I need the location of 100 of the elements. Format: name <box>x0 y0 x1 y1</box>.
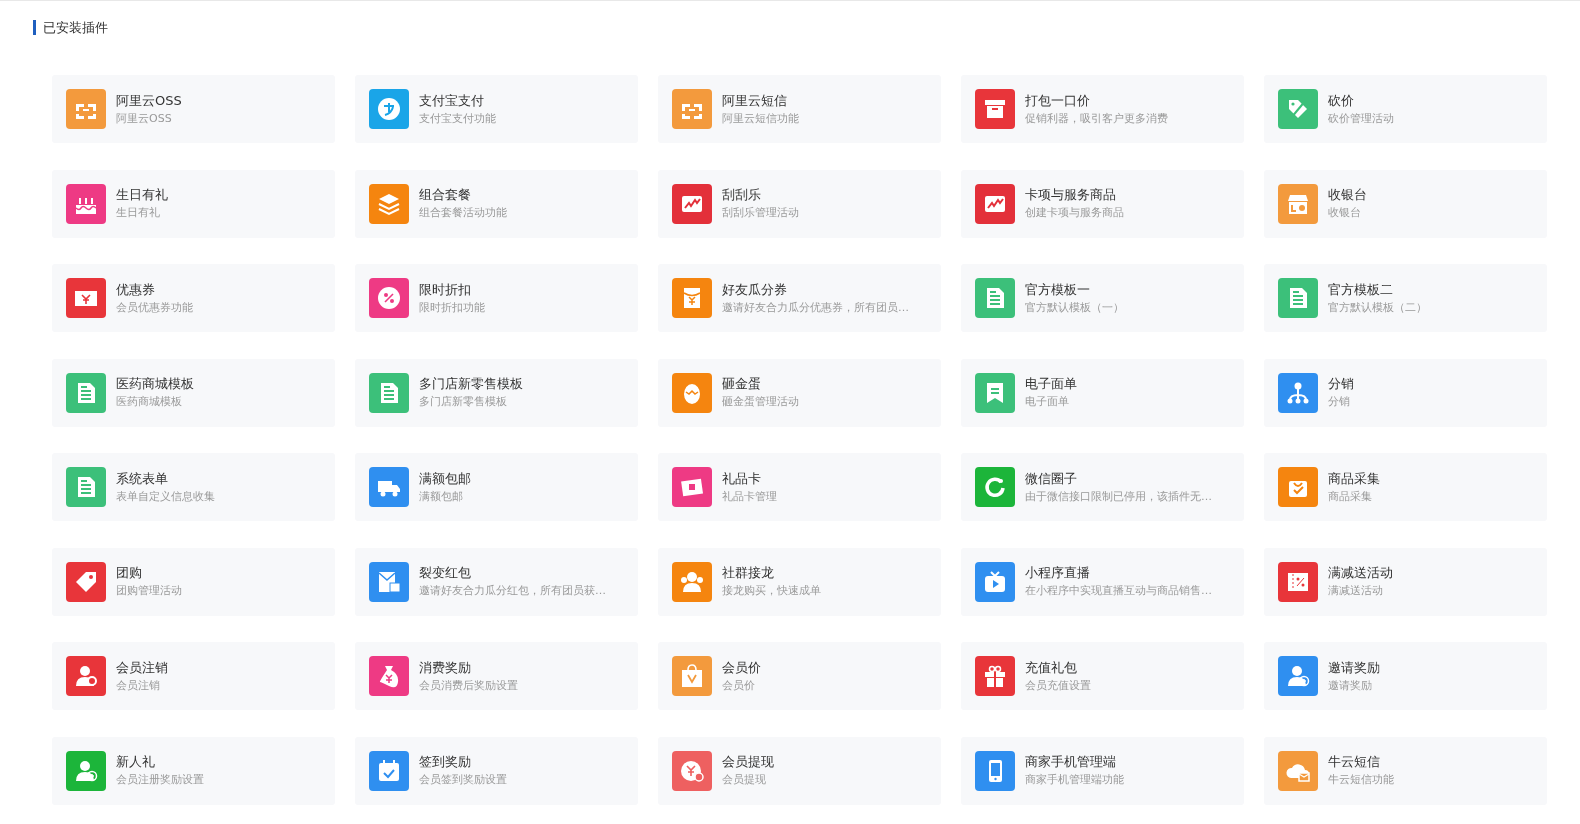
plugin-description: 会员优惠券功能 <box>116 299 193 316</box>
plugin-description: 在小程序中实现直播互动与商品销售… <box>1025 583 1212 599</box>
plugin-description: 会员价 <box>722 677 756 694</box>
plugin-card[interactable]: 官方模板一 官方默认模板（一） <box>961 264 1244 332</box>
plugin-title: 微信圈子 <box>1025 469 1078 488</box>
plugin-title: 砍价 <box>1328 91 1355 110</box>
plugin-title: 好友瓜分券 <box>722 280 788 299</box>
plugin-title: 社群接龙 <box>722 564 775 582</box>
plugin-card[interactable]: 电子面单 电子面单 <box>961 358 1244 427</box>
plugin-title: 分销 <box>1328 375 1354 393</box>
plugin-title: 邀请奖励 <box>1328 658 1380 677</box>
plugin-title: 官方模板一 <box>1025 280 1091 299</box>
plugin-title: 牛云短信 <box>1328 753 1381 771</box>
plugin-card[interactable]: 砍价 砍价管理活动 <box>1264 75 1547 143</box>
plugin-description: 支付宝支付功能 <box>419 110 496 127</box>
plugin-card[interactable]: 邀请奖励 邀请奖励 <box>1264 642 1547 710</box>
plugin-card[interactable]: 优惠券 会员优惠券功能 <box>52 264 335 332</box>
plugin-card[interactable]: 官方模板二 官方默认模板（二） <box>1264 264 1547 332</box>
plugin-description: 收银台 <box>1328 205 1362 221</box>
plugin-description: 创建卡项与服务商品 <box>1025 205 1124 221</box>
plugin-description: 满减送活动 <box>1328 583 1384 599</box>
plugin-card[interactable]: 卡项与服务商品 创建卡项与服务商品 <box>961 169 1244 238</box>
plugin-card[interactable]: 分销 分销 <box>1264 358 1547 427</box>
plugin-card[interactable]: 充值礼包 会员充值设置 <box>961 642 1244 710</box>
plugin-description: 由于微信接口限制已停用，该插件无… <box>1025 488 1212 505</box>
plugin-card[interactable]: 裂变红包 邀请好友合力瓜分红包，所有团员获… <box>355 547 638 616</box>
plugin-card[interactable]: 签到奖励 会员签到奖励设置 <box>355 736 638 805</box>
plugin-card[interactable]: 新人礼 会员注册奖励设置 <box>52 736 335 805</box>
plugin-card[interactable]: 打包一口价 促销利器，吸引客户更多消费 <box>961 75 1244 143</box>
plugin-title: 打包一口价 <box>1025 91 1091 110</box>
plugin-title: 商品采集 <box>1328 469 1380 488</box>
plugin-description: 牛云短信功能 <box>1328 772 1394 788</box>
plugin-title: 卡项与服务商品 <box>1025 186 1117 204</box>
plugin-title: 会员提现 <box>722 753 774 771</box>
plugin-card[interactable]: 商品采集 商品采集 <box>1264 453 1547 521</box>
section-heading: 已安装插件 <box>33 20 108 35</box>
plugin-description: 限时折扣功能 <box>419 299 485 316</box>
plugin-card[interactable]: 商家手机管理端 商家手机管理端功能 <box>961 736 1244 805</box>
plugin-title: 签到奖励 <box>419 753 472 771</box>
plugin-card[interactable]: 限时折扣 限时折扣功能 <box>355 264 638 332</box>
plugin-description: 砍价管理活动 <box>1328 110 1394 127</box>
plugin-title: 系统表单 <box>116 469 169 488</box>
plugin-card[interactable]: 阿里云OSS 阿里云OSS <box>52 75 335 143</box>
plugin-description: 团购管理活动 <box>116 583 182 599</box>
plugin-card[interactable]: 小程序直播 在小程序中实现直播互动与商品销售… <box>961 547 1244 616</box>
plugin-description: 商品采集 <box>1328 488 1373 505</box>
plugin-card[interactable]: 消费奖励 会员消费后奖励设置 <box>355 642 638 710</box>
plugin-card[interactable]: 多门店新零售模板 多门店新零售模板 <box>355 358 638 427</box>
plugin-description: 阿里云OSS <box>116 110 173 127</box>
plugin-card[interactable]: 支付宝支付 支付宝支付功能 <box>355 75 638 143</box>
plugin-description: 接龙购买，快速成单 <box>722 583 821 599</box>
plugin-card[interactable]: 会员价 会员价 <box>658 642 941 710</box>
plugin-description: 生日有礼 <box>116 205 161 221</box>
plugin-title: 团购 <box>116 564 143 582</box>
plugin-description: 阿里云短信功能 <box>722 110 799 127</box>
plugin-card[interactable]: 礼品卡 礼品卡管理 <box>658 453 941 521</box>
plugin-title: 支付宝支付 <box>419 91 485 110</box>
plugin-description: 会员消费后奖励设置 <box>419 677 518 694</box>
plugin-title: 裂变红包 <box>419 564 472 582</box>
plugin-description: 邀请奖励 <box>1328 677 1373 694</box>
plugin-description: 邀请好友合力瓜分优惠券，所有团员… <box>722 299 909 316</box>
plugin-title: 消费奖励 <box>419 658 472 677</box>
plugin-card[interactable]: 系统表单 表单自定义信息收集 <box>52 453 335 521</box>
plugin-description: 会员注销 <box>116 677 161 694</box>
plugin-card[interactable]: 满额包邮 满额包邮 <box>355 453 638 521</box>
plugin-description: 医药商城模板 <box>116 394 183 410</box>
plugin-card[interactable]: 团购 团购管理活动 <box>52 547 335 616</box>
plugin-description: 礼品卡管理 <box>722 488 777 505</box>
plugin-card[interactable]: 组合套餐 组合套餐活动功能 <box>355 169 638 238</box>
plugin-card[interactable]: 会员注销 会员注销 <box>52 642 335 710</box>
plugin-title: 优惠券 <box>116 280 156 299</box>
plugin-card[interactable]: 阿里云短信 阿里云短信功能 <box>658 75 941 143</box>
plugin-card[interactable]: 刮刮乐 刮刮乐管理活动 <box>658 169 941 238</box>
plugin-description: 促销利器，吸引客户更多消费 <box>1025 110 1168 127</box>
plugin-card[interactable]: 会员提现 会员提现 <box>658 736 941 805</box>
plugin-card[interactable]: 好友瓜分券 邀请好友合力瓜分优惠券，所有团员… <box>658 264 941 332</box>
plugin-description: 刮刮乐管理活动 <box>722 205 799 221</box>
plugin-card[interactable]: 社群接龙 接龙购买，快速成单 <box>658 547 941 616</box>
plugin-title: 满额包邮 <box>419 469 471 488</box>
plugin-title: 满减送活动 <box>1328 564 1393 582</box>
plugin-card[interactable]: 牛云短信 牛云短信功能 <box>1264 736 1547 805</box>
plugin-card[interactable]: 砸金蛋 砸金蛋管理活动 <box>658 358 941 427</box>
plugin-title: 收银台 <box>1328 186 1367 204</box>
plugin-description: 多门店新零售模板 <box>419 394 508 410</box>
plugin-title: 电子面单 <box>1025 375 1077 393</box>
plugin-description: 会员签到奖励设置 <box>419 772 507 788</box>
plugin-description: 商家手机管理端功能 <box>1025 772 1124 788</box>
plugin-title: 会员注销 <box>116 658 168 677</box>
plugin-title: 阿里云短信 <box>722 91 788 110</box>
plugin-title: 会员价 <box>722 658 761 677</box>
plugin-description: 会员注册奖励设置 <box>116 772 204 788</box>
plugin-card[interactable]: 生日有礼 生日有礼 <box>52 169 335 238</box>
plugin-card[interactable]: 收银台 收银台 <box>1264 169 1547 238</box>
plugin-title: 阿里云OSS <box>116 91 182 110</box>
plugin-card[interactable]: 满减送活动 满减送活动 <box>1264 547 1547 616</box>
plugin-title: 多门店新零售模板 <box>419 375 523 393</box>
plugin-card[interactable]: 微信圈子 由于微信接口限制已停用，该插件无… <box>961 453 1244 521</box>
plugin-title: 限时折扣 <box>419 280 472 299</box>
plugin-title: 组合套餐 <box>419 186 472 204</box>
plugin-card[interactable]: 医药商城模板 医药商城模板 <box>52 358 335 427</box>
